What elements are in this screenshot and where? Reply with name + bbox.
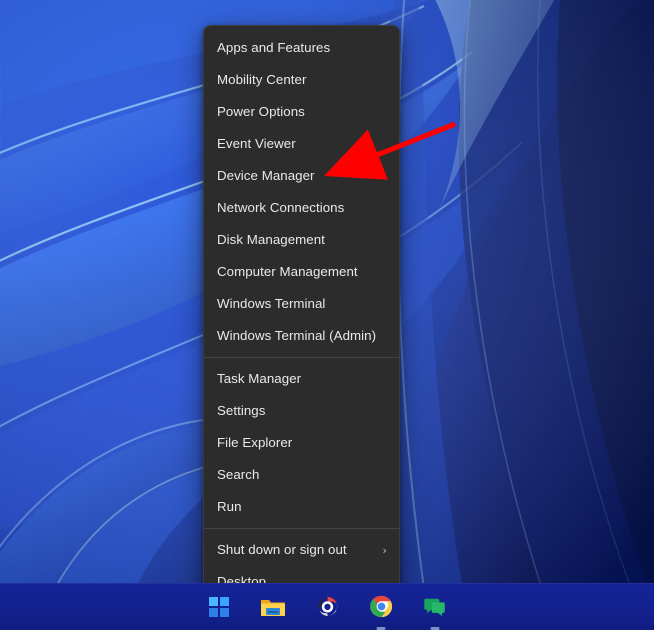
menu-item-label: Windows Terminal (Admin) <box>217 329 387 342</box>
running-indicator <box>377 627 386 630</box>
folder-icon <box>260 595 286 619</box>
taskbar-icon-group <box>203 591 451 623</box>
menu-item-label: Device Manager <box>217 169 387 182</box>
menu-item-label: Apps and Features <box>217 41 387 54</box>
menu-item-windows-terminal[interactable]: Windows Terminal <box>204 288 399 320</box>
menu-item-label: File Explorer <box>217 436 387 449</box>
chrome-icon <box>369 594 394 619</box>
running-indicator <box>431 627 440 630</box>
menu-separator <box>204 357 399 358</box>
menu-item-label: Power Options <box>217 105 387 118</box>
edge-icon <box>315 594 340 619</box>
menu-item-event-viewer[interactable]: Event Viewer <box>204 128 399 160</box>
menu-item-disk-management[interactable]: Disk Management <box>204 224 399 256</box>
menu-item-mobility-center[interactable]: Mobility Center <box>204 64 399 96</box>
menu-item-windows-terminal-admin[interactable]: Windows Terminal (Admin) <box>204 320 399 352</box>
menu-item-search[interactable]: Search <box>204 459 399 491</box>
menu-item-label: Settings <box>217 404 387 417</box>
taskbar-messaging-button[interactable] <box>419 591 451 623</box>
menu-item-file-explorer[interactable]: File Explorer <box>204 427 399 459</box>
menu-item-label: Task Manager <box>217 372 387 385</box>
menu-item-device-manager[interactable]: Device Manager <box>204 160 399 192</box>
taskbar-start-button[interactable] <box>203 591 235 623</box>
menu-item-label: Mobility Center <box>217 73 387 86</box>
menu-item-computer-management[interactable]: Computer Management <box>204 256 399 288</box>
taskbar-file-explorer-button[interactable] <box>257 591 289 623</box>
windows-logo-icon <box>208 596 230 618</box>
taskbar[interactable] <box>0 583 654 630</box>
menu-item-label: Disk Management <box>217 233 387 246</box>
menu-separator <box>204 528 399 529</box>
menu-item-label: Run <box>217 500 387 513</box>
menu-item-label: Network Connections <box>217 201 387 214</box>
menu-item-network-connections[interactable]: Network Connections <box>204 192 399 224</box>
win-x-context-menu[interactable]: Apps and Features Mobility Center Power Op… <box>203 25 400 605</box>
chat-bubbles-icon <box>423 595 447 619</box>
menu-item-apps-and-features[interactable]: Apps and Features <box>204 32 399 64</box>
menu-item-label: Search <box>217 468 387 481</box>
menu-item-label: Windows Terminal <box>217 297 387 310</box>
taskbar-chrome-button[interactable] <box>365 591 397 623</box>
menu-item-power-options[interactable]: Power Options <box>204 96 399 128</box>
taskbar-edge-button[interactable] <box>311 591 343 623</box>
menu-item-run[interactable]: Run <box>204 491 399 523</box>
menu-item-settings[interactable]: Settings <box>204 395 399 427</box>
menu-item-label: Computer Management <box>217 265 387 278</box>
menu-item-label: Shut down or sign out <box>217 543 375 556</box>
menu-item-label: Event Viewer <box>217 137 387 150</box>
menu-item-task-manager[interactable]: Task Manager <box>204 363 399 395</box>
chevron-right-icon: › <box>383 545 387 556</box>
menu-item-shut-down-or-sign-out[interactable]: Shut down or sign out › <box>204 534 399 566</box>
